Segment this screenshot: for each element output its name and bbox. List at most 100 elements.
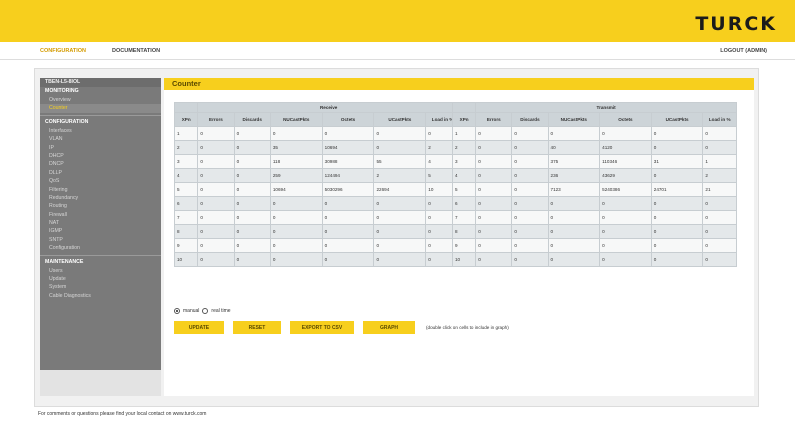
transmit-cell[interactable]: 0 — [511, 196, 549, 211]
receive-cell[interactable]: 0 — [321, 126, 375, 141]
transmit-cell[interactable]: 0 — [475, 168, 513, 183]
sidebar-item-update[interactable]: Update — [40, 275, 161, 283]
receive-cell[interactable]: 55 — [373, 154, 427, 169]
transmit-cell[interactable]: 1 — [702, 154, 737, 169]
sidebar-item-ip[interactable]: IP — [40, 144, 161, 152]
transmit-cell[interactable]: 0 — [511, 168, 549, 183]
sidebar-item-filtering[interactable]: Filtering — [40, 186, 161, 194]
transmit-cell[interactable]: 236 — [547, 168, 601, 183]
transmit-cell[interactable]: 0 — [547, 196, 601, 211]
nav-documentation[interactable]: DOCUMENTATION — [112, 48, 160, 54]
receive-cell[interactable]: 0 — [197, 168, 235, 183]
receive-cell[interactable]: 0 — [233, 224, 271, 239]
receive-cell[interactable]: 0 — [233, 140, 271, 155]
receive-cell[interactable]: 0 — [269, 252, 323, 267]
sidebar-item-users[interactable]: Users — [40, 267, 161, 275]
receive-cell[interactable]: 0 — [321, 224, 375, 239]
transmit-cell[interactable]: 0 — [702, 196, 737, 211]
transmit-cell[interactable]: 0 — [650, 210, 704, 225]
transmit-cell[interactable]: 0 — [475, 238, 513, 253]
transmit-cell[interactable]: 0 — [702, 224, 737, 239]
transmit-cell[interactable]: 0 — [511, 252, 549, 267]
receive-cell[interactable]: 8 — [173, 224, 199, 239]
transmit-cell[interactable]: 1 — [451, 126, 477, 141]
transmit-cell[interactable]: 0 — [650, 196, 704, 211]
receive-cell[interactable]: 0 — [321, 210, 375, 225]
transmit-cell[interactable]: 0 — [475, 140, 513, 155]
receive-cell[interactable]: 7 — [173, 210, 199, 225]
transmit-cell[interactable]: 0 — [511, 224, 549, 239]
transmit-cell[interactable]: 0 — [650, 168, 704, 183]
transmit-cell[interactable]: 4120 — [599, 140, 652, 155]
transmit-cell[interactable]: 0 — [702, 126, 737, 141]
receive-cell[interactable]: 3 — [173, 154, 199, 169]
receive-cell[interactable]: 0 — [197, 154, 235, 169]
transmit-cell[interactable]: 375 — [547, 154, 601, 169]
sidebar-item-cable-diagnostics[interactable]: Cable Diagnostics — [40, 292, 161, 300]
transmit-cell[interactable]: 7123 — [547, 182, 601, 197]
receive-cell[interactable]: 0 — [197, 252, 235, 267]
receive-cell[interactable]: 0 — [233, 196, 271, 211]
receive-cell[interactable]: 0 — [269, 224, 323, 239]
sidebar-item-dllp[interactable]: DLLP — [40, 169, 161, 177]
sidebar-item-interfaces[interactable]: Interfaces — [40, 127, 161, 135]
transmit-cell[interactable]: 3 — [451, 154, 477, 169]
receive-cell[interactable]: 10694 — [321, 140, 375, 155]
transmit-cell[interactable]: 0 — [475, 126, 513, 141]
transmit-cell[interactable]: 0 — [475, 182, 513, 197]
receive-cell[interactable]: 0 — [197, 196, 235, 211]
transmit-cell[interactable]: 0 — [547, 238, 601, 253]
sidebar-item-overview[interactable]: Overview — [40, 96, 161, 104]
logout-link[interactable]: LOGOUT (ADMIN) — [720, 48, 767, 54]
receive-cell[interactable]: 0 — [233, 252, 271, 267]
receive-cell[interactable]: 5 — [173, 182, 199, 197]
transmit-cell[interactable]: 2 — [451, 140, 477, 155]
receive-cell[interactable]: 0 — [197, 224, 235, 239]
transmit-cell[interactable]: 9 — [451, 238, 477, 253]
transmit-cell[interactable]: 0 — [650, 126, 704, 141]
receive-cell[interactable]: 4 — [173, 168, 199, 183]
sidebar-item-firewall[interactable]: Firewall — [40, 211, 161, 219]
sidebar-item-vlan[interactable]: VLAN — [40, 135, 161, 143]
receive-cell[interactable]: 0 — [197, 238, 235, 253]
sidebar-item-redundancy[interactable]: Redundancy — [40, 194, 161, 202]
receive-cell[interactable]: 0 — [373, 224, 427, 239]
transmit-cell[interactable]: 0 — [547, 126, 601, 141]
transmit-cell[interactable]: 0 — [511, 154, 549, 169]
update-button[interactable]: UPDATE — [174, 321, 224, 334]
realtime-radio[interactable] — [202, 308, 209, 314]
sidebar-item-igmp[interactable]: IGMP — [40, 227, 161, 235]
receive-cell[interactable]: 35 — [269, 140, 323, 155]
receive-cell[interactable]: 0 — [197, 140, 235, 155]
transmit-cell[interactable]: 0 — [599, 224, 652, 239]
transmit-cell[interactable]: 0 — [511, 182, 549, 197]
receive-cell[interactable]: 0 — [233, 238, 271, 253]
transmit-cell[interactable]: 0 — [511, 210, 549, 225]
transmit-cell[interactable]: 0 — [547, 210, 601, 225]
receive-cell[interactable]: 6 — [173, 196, 199, 211]
transmit-cell[interactable]: 0 — [702, 252, 737, 267]
transmit-cell[interactable]: 0 — [547, 252, 601, 267]
transmit-cell[interactable]: 0 — [475, 210, 513, 225]
transmit-cell[interactable]: 7 — [451, 210, 477, 225]
receive-cell[interactable]: 0 — [233, 210, 271, 225]
transmit-cell[interactable]: 0 — [511, 140, 549, 155]
transmit-cell[interactable]: 0 — [650, 224, 704, 239]
sidebar-item-nat[interactable]: NAT — [40, 219, 161, 227]
transmit-cell[interactable]: 0 — [599, 210, 652, 225]
receive-cell[interactable]: 5030296 — [321, 182, 375, 197]
transmit-cell[interactable]: 0 — [702, 210, 737, 225]
receive-cell[interactable]: 0 — [269, 238, 323, 253]
sidebar-item-system[interactable]: System — [40, 283, 161, 291]
transmit-cell[interactable]: 24701 — [650, 182, 704, 197]
manual-radio[interactable] — [174, 308, 180, 314]
receive-cell[interactable]: 10694 — [269, 182, 323, 197]
transmit-cell[interactable]: 0 — [547, 224, 601, 239]
transmit-cell[interactable]: 43629 — [599, 168, 652, 183]
receive-cell[interactable]: 0 — [373, 140, 427, 155]
receive-cell[interactable]: 0 — [233, 126, 271, 141]
transmit-cell[interactable]: 0 — [475, 252, 513, 267]
receive-cell[interactable]: 0 — [233, 168, 271, 183]
receive-cell[interactable]: 0 — [321, 252, 375, 267]
receive-cell[interactable]: 118 — [269, 154, 323, 169]
